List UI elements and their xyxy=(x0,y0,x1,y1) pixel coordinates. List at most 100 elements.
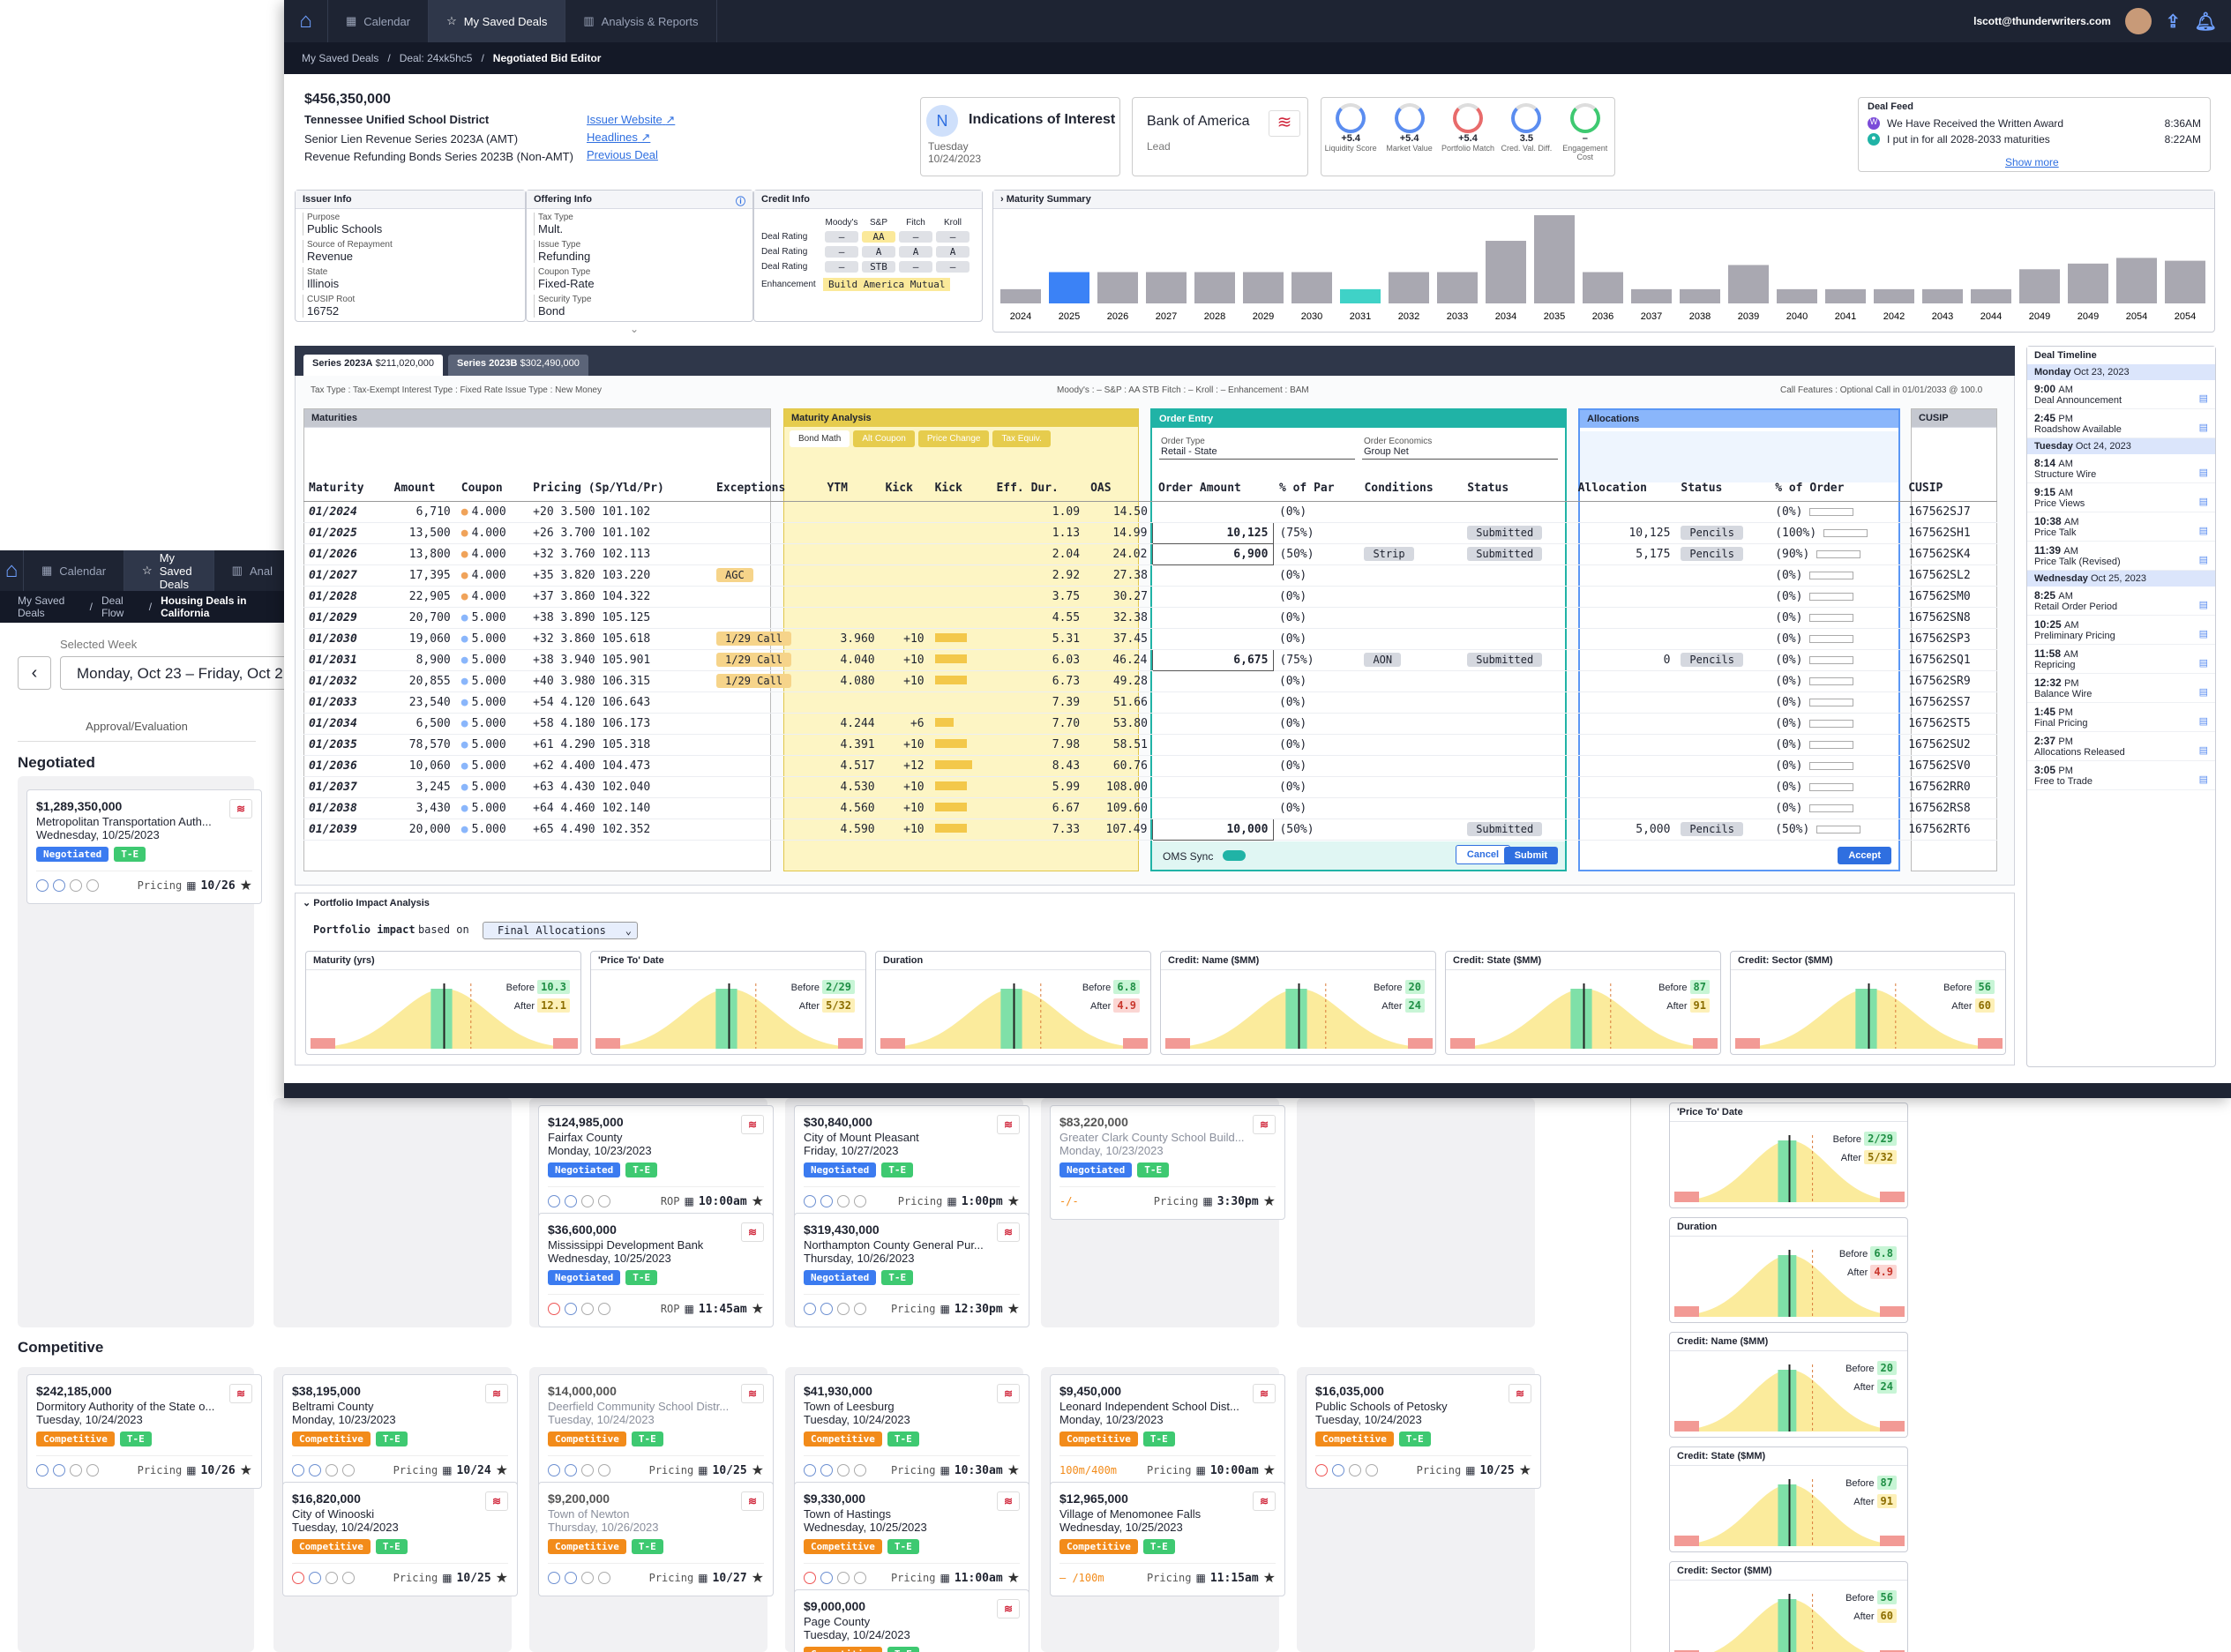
favorite-star-icon[interactable]: ★ xyxy=(1007,1300,1020,1318)
grid-cell[interactable]: Submitted xyxy=(1462,543,1573,565)
exception-pill[interactable]: 1/29 Call xyxy=(716,632,792,646)
grid-cell[interactable]: (75%) xyxy=(1273,522,1359,544)
document-icon[interactable]: ▤ xyxy=(2199,744,2208,756)
grid-header[interactable]: YTM xyxy=(821,476,880,502)
status-circle-icon[interactable] xyxy=(804,1195,816,1207)
status-circle-icon[interactable] xyxy=(53,1464,65,1476)
cancel-button[interactable]: Cancel xyxy=(1455,845,1510,864)
condition-pill[interactable]: Strip xyxy=(1364,547,1414,561)
status-circle-icon[interactable] xyxy=(820,1464,833,1476)
status-pill[interactable]: Submitted xyxy=(1467,547,1543,561)
crumb-1[interactable]: My Saved Deals xyxy=(18,594,81,619)
deal-card[interactable]: $319,430,000 Northampton County General P… xyxy=(794,1213,1029,1327)
status-circle-icon[interactable] xyxy=(1315,1464,1328,1476)
grid-cell[interactable] xyxy=(1152,586,1274,608)
grid-cell[interactable]: (0%) xyxy=(1770,586,1904,608)
maturity-bar[interactable] xyxy=(1243,272,1284,303)
maturity-bar[interactable] xyxy=(1291,272,1332,303)
grid-cell[interactable] xyxy=(1572,776,1676,798)
deal-card[interactable]: $41,930,000 Town of Leesburg Tuesday, 10/2… xyxy=(794,1374,1029,1489)
status-circle-icon[interactable] xyxy=(70,879,82,892)
status-circle-icon[interactable] xyxy=(548,1572,560,1584)
crumb-2[interactable]: Deal Flow xyxy=(101,594,140,619)
grid-cell[interactable]: (0%) xyxy=(1273,628,1359,650)
grid-cell[interactable]: 5,175 xyxy=(1572,543,1676,565)
grid-cell[interactable] xyxy=(1359,819,1463,841)
status-circle-icon[interactable] xyxy=(581,1572,594,1584)
status-circle-icon[interactable] xyxy=(565,1303,577,1315)
status-circle-icon[interactable] xyxy=(598,1464,610,1476)
grid-cell[interactable] xyxy=(1675,755,1771,777)
status-circle-icon[interactable] xyxy=(565,1195,577,1207)
grid-cell[interactable]: AON xyxy=(1359,649,1463,671)
grid-cell[interactable] xyxy=(1359,691,1463,714)
document-icon[interactable]: ▤ xyxy=(2199,496,2208,507)
feed-item[interactable]: W We Have Received the Written Award 8:36A… xyxy=(1868,117,2201,130)
submit-button[interactable]: Submit xyxy=(1503,847,1558,864)
exception-pill[interactable]: AGC xyxy=(716,568,753,582)
grid-header[interactable]: Status xyxy=(1462,476,1573,502)
analysis-tab[interactable]: Price Change xyxy=(917,430,990,447)
deal-card[interactable]: $9,330,000 Town of Hastings Wednesday, 10/… xyxy=(794,1482,1029,1596)
timeline-event[interactable]: 3:05 PM Free to Trade ▤ xyxy=(2027,761,2215,790)
status-circle-icon[interactable] xyxy=(837,1303,850,1315)
grid-cell[interactable] xyxy=(1359,797,1463,819)
timeline-event[interactable]: 8:14 AM Structure Wire ▤ xyxy=(2027,454,2215,483)
status-circle-icon[interactable] xyxy=(309,1464,321,1476)
status-circle-icon[interactable] xyxy=(820,1572,833,1584)
grid-cell[interactable]: (0%) xyxy=(1273,564,1359,587)
grid-cell[interactable] xyxy=(1675,691,1771,714)
grid-cell[interactable] xyxy=(1152,564,1274,587)
favorite-star-icon[interactable]: ★ xyxy=(240,877,252,894)
status-circle-icon[interactable] xyxy=(804,1572,816,1584)
grid-cell[interactable]: (0%) xyxy=(1273,755,1359,777)
grid-cell[interactable]: 10,125 xyxy=(1572,522,1676,544)
grid-cell[interactable]: (0%) xyxy=(1770,713,1904,735)
grid-row[interactable]: 01/2028 22,905 ● 4.000 +37 3.860 104.322 3.75… xyxy=(303,586,1997,608)
grid-cell[interactable]: (0%) xyxy=(1273,713,1359,735)
favorite-star-icon[interactable]: ★ xyxy=(1007,1192,1020,1210)
status-circle-icon[interactable] xyxy=(581,1303,594,1315)
maturity-bar[interactable] xyxy=(1631,288,1672,303)
grid-cell[interactable]: 10,000 xyxy=(1152,818,1275,841)
grid-cell[interactable]: (90%) xyxy=(1770,543,1904,565)
deal-card[interactable]: $1,289,350,000 Metropolitan Transportatio… xyxy=(26,789,262,904)
series-tab-2023b[interactable]: Series 2023B $302,490,000 xyxy=(448,355,588,376)
expand-chevron-icon[interactable]: ⌄ xyxy=(630,323,639,335)
grid-cell[interactable]: (50%) xyxy=(1273,543,1359,565)
maturity-bar[interactable] xyxy=(2165,260,2205,303)
status-pill[interactable]: Pencils xyxy=(1681,822,1743,836)
accept-button[interactable]: Accept xyxy=(1838,847,1891,864)
grid-row[interactable]: 01/2036 10,060 ● 5.000 +62 4.400 104.473 4.51… xyxy=(303,755,1997,777)
grid-cell[interactable]: (0%) xyxy=(1273,776,1359,798)
grid-cell[interactable]: (0%) xyxy=(1770,649,1904,671)
grid-cell[interactable] xyxy=(1462,691,1573,714)
status-circle-icon[interactable] xyxy=(548,1303,560,1315)
grid-header[interactable]: Maturity xyxy=(303,476,389,502)
crumb-deal[interactable]: Deal: 24xk5hc5 xyxy=(400,52,473,64)
grid-cell[interactable] xyxy=(1675,713,1771,735)
deal-card[interactable]: $9,200,000 Town of Newton Thursday, 10/26/… xyxy=(538,1482,774,1596)
status-circle-icon[interactable] xyxy=(565,1464,577,1476)
grid-cell[interactable]: (0%) xyxy=(1770,776,1904,798)
status-circle-icon[interactable] xyxy=(820,1195,833,1207)
nav-tab-analysis[interactable]: ▥ Anal xyxy=(214,550,291,591)
maturity-bar[interactable] xyxy=(1680,288,1720,303)
bell-icon[interactable]: 🔔︎ xyxy=(2195,11,2217,33)
grid-cell[interactable]: Pencils xyxy=(1675,649,1771,671)
favorite-star-icon[interactable]: ★ xyxy=(1263,1461,1276,1479)
grid-row[interactable]: 01/2024 6,710 ● 4.000 +20 3.500 101.102 1.09 1… xyxy=(303,501,1997,523)
maturity-bar[interactable] xyxy=(2068,263,2108,303)
grid-row[interactable]: 01/2030 19,060 ● 5.000 +32 3.860 105.618 1/29… xyxy=(303,628,1997,650)
grid-cell[interactable]: Strip xyxy=(1359,543,1463,565)
grid-cell[interactable] xyxy=(1675,564,1771,587)
grid-cell[interactable] xyxy=(1572,628,1676,650)
grid-cell[interactable]: Submitted xyxy=(1462,522,1573,544)
timeline-event[interactable]: 11:58 AM Repricing ▤ xyxy=(2027,645,2215,674)
favorite-star-icon[interactable]: ★ xyxy=(240,1461,252,1479)
status-circle-icon[interactable] xyxy=(854,1572,866,1584)
grid-cell[interactable] xyxy=(1572,586,1676,608)
status-circle-icon[interactable] xyxy=(565,1572,577,1584)
status-pill[interactable]: Submitted xyxy=(1467,526,1543,540)
order-economics-select[interactable]: Order Economics Group Net xyxy=(1362,435,1558,460)
